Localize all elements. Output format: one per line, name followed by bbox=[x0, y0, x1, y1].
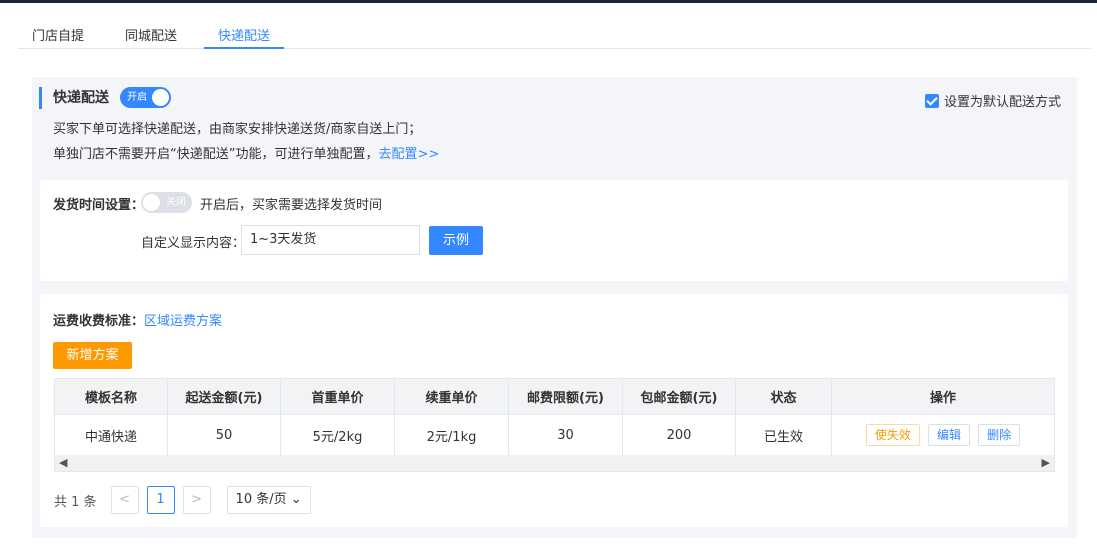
tab-express-delivery[interactable]: 快递配送 bbox=[204, 25, 285, 49]
cell-status: 已生效 bbox=[735, 414, 832, 456]
tab-local-delivery[interactable]: 同城配送 bbox=[125, 25, 177, 49]
checkbox-checked-icon bbox=[924, 93, 939, 108]
cell-first: 5元/2kg bbox=[280, 414, 395, 456]
ship-time-card: 发货时间设置： 关闭 开启后，买家需要选择发货时间 自定义显示内容： 1~3天发… bbox=[40, 180, 1068, 281]
col-header-next: 续重单价 bbox=[394, 378, 509, 415]
scroll-right-icon[interactable]: ▶ bbox=[1042, 456, 1050, 469]
description-line-2: 单独门店不需要开启“快递配送”功能，可进行单独配置，去配置>> bbox=[53, 143, 439, 162]
toggle-knob bbox=[143, 194, 160, 211]
pagination: 共 1 条 < 1 > 10 条/页 ⌄ bbox=[54, 486, 311, 514]
fee-table: 模板名称 起送金额(元) 首重单价 续重单价 邮费限额(元) 包邮金额(元) 状… bbox=[54, 378, 1055, 456]
cell-ops: 使失效 编辑 删除 bbox=[831, 414, 1055, 456]
description-line-1: 买家下单可选择快递配送，由商家安排快递送货/商家自送上门； bbox=[53, 122, 422, 137]
toggle-label: 关闭 bbox=[166, 197, 186, 208]
ship-time-label: 发货时间设置： bbox=[53, 198, 145, 213]
page-size-value: 10 条/页 bbox=[235, 492, 287, 507]
page-size-select[interactable]: 10 条/页 ⌄ bbox=[226, 486, 311, 514]
col-header-first: 首重单价 bbox=[280, 378, 395, 415]
col-header-min: 起送金额(元) bbox=[167, 378, 281, 415]
custom-display-input[interactable]: 1~3天发货 bbox=[241, 225, 420, 255]
default-delivery-label: 设置为默认配送方式 bbox=[943, 95, 1061, 110]
next-page-button[interactable]: > bbox=[182, 486, 211, 514]
example-button[interactable]: 示例 bbox=[429, 226, 483, 255]
add-plan-button[interactable]: 新增方案 bbox=[53, 342, 132, 369]
description-text: 单独门店不需要开启“快递配送”功能，可进行单独配置， bbox=[53, 147, 379, 162]
content-frame: 门店自提 同城配送 快递配送 快递配送 开启 设置为默认配送方式 买家下单可选择… bbox=[0, 3, 1097, 555]
cell-name: 中通快递 bbox=[54, 414, 168, 456]
fee-card: 运费收费标准：区域运费方案 新增方案 模板名称 起送金额(元) 首重单价 续重单… bbox=[40, 294, 1068, 527]
edit-button[interactable]: 编辑 bbox=[927, 424, 970, 446]
section-title: 快递配送 bbox=[39, 87, 109, 109]
col-header-name: 模板名称 bbox=[54, 378, 168, 415]
col-header-free: 包邮金额(元) bbox=[622, 378, 736, 415]
fee-standard: 运费收费标准：区域运费方案 bbox=[53, 310, 222, 329]
toggle-label: 开启 bbox=[127, 92, 147, 103]
table-header-row: 模板名称 起送金额(元) 首重单价 续重单价 邮费限额(元) 包邮金额(元) 状… bbox=[54, 378, 1055, 415]
cell-min: 50 bbox=[167, 414, 281, 456]
col-header-limit: 邮费限额(元) bbox=[508, 378, 623, 415]
col-header-status: 状态 bbox=[735, 378, 832, 415]
express-enabled-toggle[interactable]: 开启 bbox=[120, 87, 171, 108]
scroll-left-icon[interactable]: ◀ bbox=[59, 456, 67, 469]
region-fee-link[interactable]: 区域运费方案 bbox=[144, 314, 222, 329]
horizontal-scrollbar[interactable]: ◀ ▶ bbox=[54, 455, 1055, 472]
ship-time-hint: 开启后，买家需要选择发货时间 bbox=[200, 198, 383, 213]
default-delivery-checkbox[interactable]: 设置为默认配送方式 bbox=[924, 91, 1061, 110]
page-1-button[interactable]: 1 bbox=[146, 486, 175, 514]
table-row: 中通快递 50 5元/2kg 2元/1kg 30 200 已生效 使失效 编辑 … bbox=[54, 414, 1055, 456]
custom-display-label: 自定义显示内容： bbox=[141, 236, 246, 251]
prev-page-button[interactable]: < bbox=[110, 486, 139, 514]
cell-limit: 30 bbox=[508, 414, 623, 456]
tab-bar: 门店自提 同城配送 快递配送 bbox=[18, 19, 1091, 49]
tab-store-pickup[interactable]: 门店自提 bbox=[32, 25, 84, 49]
chevron-down-icon: ⌄ bbox=[290, 492, 302, 507]
express-panel: 快递配送 开启 设置为默认配送方式 买家下单可选择快递配送，由商家安排快递送货/… bbox=[32, 77, 1077, 538]
toggle-knob bbox=[152, 89, 169, 106]
configure-link[interactable]: 去配置>> bbox=[378, 147, 439, 162]
col-header-ops: 操作 bbox=[831, 378, 1055, 415]
fee-label: 运费收费标准： bbox=[53, 314, 145, 329]
total-count: 共 1 条 bbox=[54, 494, 97, 510]
cell-next: 2元/1kg bbox=[394, 414, 509, 456]
delete-button[interactable]: 删除 bbox=[978, 424, 1021, 446]
ship-time-toggle[interactable]: 关闭 bbox=[141, 192, 192, 213]
cell-free: 200 bbox=[622, 414, 736, 456]
disable-button[interactable]: 使失效 bbox=[865, 424, 920, 446]
